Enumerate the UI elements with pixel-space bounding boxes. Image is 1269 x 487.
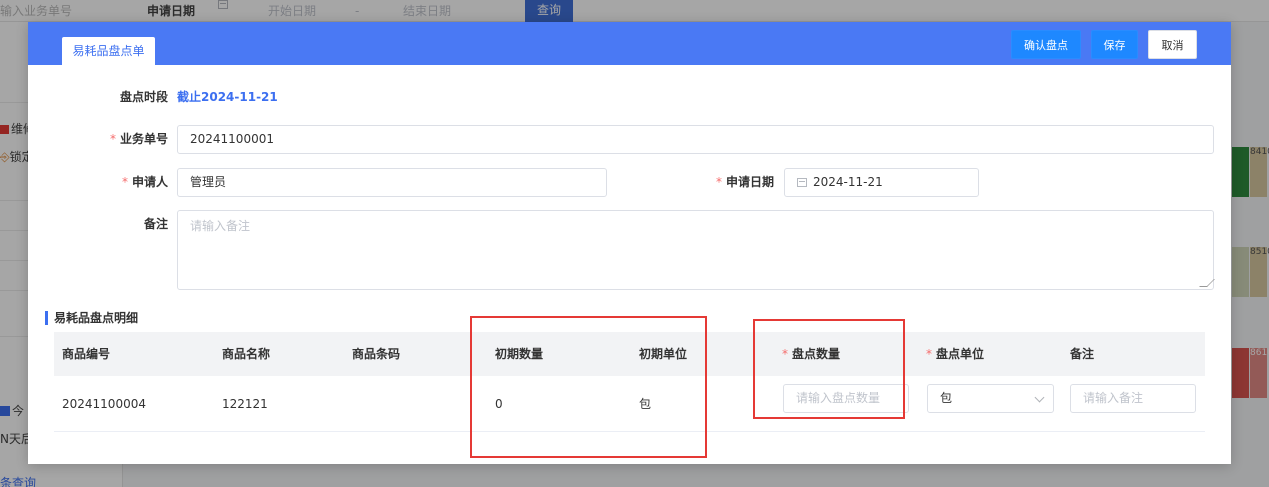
column-header-name: 商品名称 xyxy=(222,347,271,361)
cell-code: 20241100004 xyxy=(62,397,146,411)
count-unit-value: 包 xyxy=(940,391,953,405)
cell-name: 122121 xyxy=(222,397,268,411)
period-value: 截止2024-11-21 xyxy=(177,90,278,104)
tab-inventory-count[interactable]: 易耗品盘点单 xyxy=(62,37,155,65)
column-header-barcode: 商品条码 xyxy=(352,347,401,361)
apply-date-value: 2024-11-21 xyxy=(813,175,883,189)
apply-date-picker[interactable]: 2024-11-21 xyxy=(784,168,979,197)
highlight-count-qty-column xyxy=(753,319,905,419)
remark-textarea[interactable]: 请输入备注 xyxy=(177,210,1215,290)
order-no-input[interactable]: 20241100001 xyxy=(177,125,1214,154)
remark-placeholder: 请输入备注 xyxy=(190,219,251,233)
order-no-label: * 业务单号 xyxy=(109,132,168,146)
dialog-header: 易耗品盘点单 确认盘点 保存 取消 xyxy=(28,22,1231,65)
applicant-label: * 申请人 xyxy=(121,175,168,189)
resize-handle-icon[interactable] xyxy=(1199,279,1215,287)
row-remark-input[interactable]: 请输入备注 xyxy=(1070,384,1196,413)
apply-date-label: * 申请日期 xyxy=(715,175,774,189)
period-label: 盘点时段 xyxy=(119,90,168,104)
column-header-count-unit: * 盘点单位 xyxy=(926,347,985,361)
highlight-initial-columns xyxy=(470,316,707,458)
remark-label: 备注 xyxy=(143,217,168,231)
confirm-count-button[interactable]: 确认盘点 xyxy=(1011,30,1081,59)
count-unit-select[interactable]: 包 xyxy=(927,384,1054,413)
column-header-code: 商品编号 xyxy=(62,347,111,361)
cancel-button[interactable]: 取消 xyxy=(1148,30,1197,59)
inventory-count-dialog: 易耗品盘点单 确认盘点 保存 取消 盘点时段 截止2024-11-21 * 业务单… xyxy=(28,22,1231,464)
applicant-input[interactable]: 管理员 xyxy=(177,168,607,197)
column-header-remark: 备注 xyxy=(1070,347,1095,361)
save-button[interactable]: 保存 xyxy=(1091,30,1138,59)
chevron-down-icon xyxy=(1034,392,1045,403)
detail-section-title: 易耗品盘点明细 xyxy=(45,311,138,325)
calendar-icon xyxy=(797,178,807,187)
